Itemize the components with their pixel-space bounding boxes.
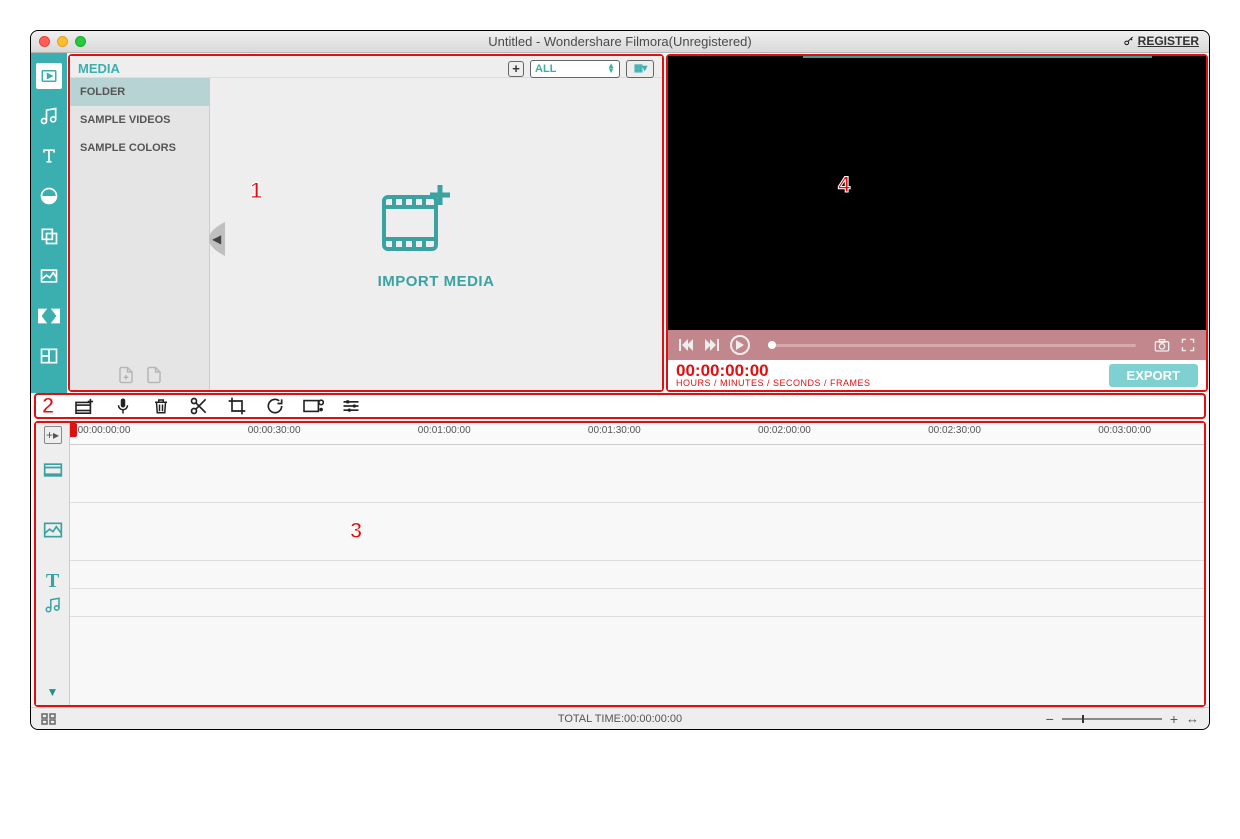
ruler-tick: 00:01:30:00 [588, 425, 641, 436]
annotation-3: 3 [350, 518, 362, 544]
ruler-tick: 00:02:30:00 [928, 425, 981, 436]
ruler-tick: 00:00:30:00 [248, 425, 301, 436]
track-audio[interactable] [70, 589, 1204, 617]
playback-controls [668, 330, 1206, 360]
register-link[interactable]: REGISTER [1123, 34, 1199, 48]
ruler-tick: 00:00:00:00 [78, 425, 131, 436]
audio-track-icon[interactable] [41, 596, 65, 614]
timecode-label: HOURS / MINUTES / SECONDS / FRAMES [676, 379, 871, 388]
ruler-tick: 00:01:00:00 [418, 425, 471, 436]
edit-toolbar: 2 [34, 393, 1206, 419]
delete-folder-icon[interactable] [145, 365, 163, 385]
app-window: Untitled - Wondershare Filmora(Unregiste… [30, 30, 1210, 730]
track-video[interactable] [70, 445, 1204, 503]
tab-music[interactable] [36, 103, 62, 129]
media-drop-area[interactable]: ◀ [210, 78, 662, 390]
window-title: Untitled - Wondershare Filmora(Unregiste… [31, 34, 1209, 49]
image-track-icon[interactable] [41, 518, 65, 542]
window-zoom-button[interactable] [75, 36, 86, 47]
titlebar: Untitled - Wondershare Filmora(Unregiste… [31, 31, 1209, 53]
tab-overlays[interactable] [36, 223, 62, 249]
split-button[interactable] [188, 396, 210, 416]
import-media-label: IMPORT MEDIA [378, 273, 495, 290]
media-filter-value: ALL [535, 63, 556, 75]
media-header-label: MEDIA [78, 61, 120, 76]
fit-zoom-button[interactable]: ↔ [1186, 711, 1199, 726]
timeline-view-icon[interactable] [41, 713, 57, 725]
play-button[interactable] [730, 335, 750, 355]
timeline-track-icons: +▸ T ▼ [36, 423, 70, 705]
rotate-button[interactable] [264, 396, 286, 416]
media-folder-root[interactable]: FOLDER [70, 78, 209, 106]
video-track-icon[interactable] [41, 458, 65, 482]
media-folder-list: FOLDER SAMPLE VIDEOS SAMPLE COLORS [70, 78, 210, 390]
playhead[interactable] [70, 423, 84, 437]
zoom-in-button[interactable]: + [1170, 711, 1178, 727]
crop-button[interactable] [226, 396, 248, 416]
delete-button[interactable] [150, 396, 172, 416]
tab-splitscreen[interactable] [36, 343, 62, 369]
zoom-out-button[interactable]: − [1046, 711, 1054, 727]
goto-start-button[interactable] [678, 337, 694, 353]
tab-text[interactable] [36, 143, 62, 169]
timeline-collapse-icon[interactable]: ▼ [41, 683, 65, 701]
preview-viewport: 4 [668, 56, 1206, 330]
timeline[interactable]: 00:00:00:00 00:00:30:00 00:01:00:00 00:0… [70, 423, 1204, 705]
track-image[interactable] [70, 503, 1204, 561]
add-track-icon[interactable]: +▸ [44, 426, 62, 444]
window-minimize-button[interactable] [57, 36, 68, 47]
export-button[interactable]: EXPORT [1109, 364, 1198, 387]
window-close-button[interactable] [39, 36, 50, 47]
track-text[interactable] [70, 561, 1204, 589]
settings-button[interactable] [340, 396, 362, 416]
voiceover-button[interactable] [112, 396, 134, 416]
preview-panel: 4 [666, 54, 1208, 392]
zoom-slider[interactable] [1062, 718, 1162, 720]
record-button[interactable] [74, 396, 96, 416]
timecode-value: 00:00:00:00 [676, 362, 871, 379]
tab-elements[interactable] [36, 263, 62, 289]
new-folder-icon[interactable] [117, 365, 135, 385]
media-filter-dropdown[interactable]: ALL ▲▼ [530, 60, 620, 78]
annotation-2: 2 [42, 393, 54, 419]
collapse-folder-handle[interactable]: ◀ [209, 222, 225, 256]
media-folder-samplecolors[interactable]: SAMPLE COLORS [70, 134, 209, 162]
fullscreen-button[interactable] [1180, 337, 1196, 353]
media-panel: MEDIA + ALL ▲▼ ▦▾ FOLDER SAMPLE VIDEOS [68, 54, 664, 392]
side-tabs [31, 53, 67, 393]
annotation-1: 1 [250, 178, 262, 204]
status-bar: TOTAL TIME:00:00:00:00 − + ↔ [31, 707, 1209, 729]
speed-button[interactable] [302, 396, 324, 416]
register-label: REGISTER [1138, 34, 1199, 48]
thumbnail-view-toggle[interactable]: ▦▾ [626, 60, 654, 78]
import-media-button[interactable]: IMPORT MEDIA [378, 179, 495, 290]
tab-media[interactable] [36, 63, 62, 89]
preview-footer: 00:00:00:00 HOURS / MINUTES / SECONDS / … [668, 360, 1206, 390]
annotation-4: 4 [838, 172, 850, 198]
preview-progress[interactable] [768, 344, 1136, 347]
preview-accent-bar [803, 56, 1153, 58]
ruler-tick: 00:02:00:00 [758, 425, 811, 436]
key-icon [1123, 36, 1134, 47]
goto-end-button[interactable] [704, 337, 720, 353]
ruler-tick: 00:03:00:00 [1098, 425, 1151, 436]
media-folder-samplevideos[interactable]: SAMPLE VIDEOS [70, 106, 209, 134]
total-time-label: TOTAL TIME:00:00:00:00 [31, 713, 1209, 725]
text-track-icon[interactable]: T [41, 572, 65, 590]
snapshot-button[interactable] [1154, 337, 1170, 353]
timeline-panel: +▸ T ▼ 00:00:00:00 00:00:30:00 00:0 [34, 421, 1206, 707]
tab-transitions[interactable] [36, 303, 62, 329]
track-extra[interactable] [70, 617, 1204, 705]
timeline-ruler[interactable]: 00:00:00:00 00:00:30:00 00:01:00:00 00:0… [70, 423, 1204, 445]
add-media-button[interactable]: + [508, 61, 524, 77]
tab-filters[interactable] [36, 183, 62, 209]
